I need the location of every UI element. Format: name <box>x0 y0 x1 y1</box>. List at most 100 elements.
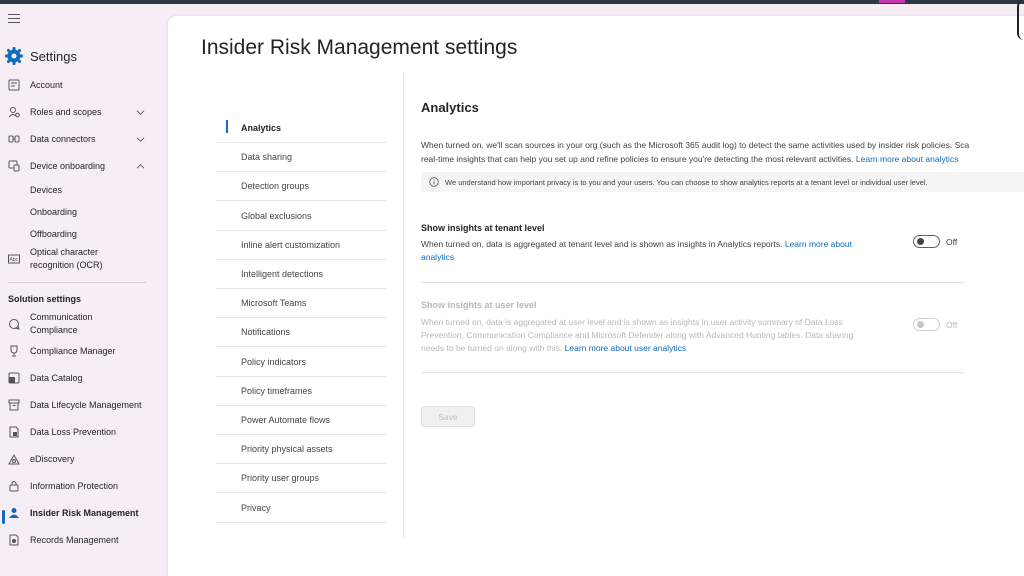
nav-subitem-onboarding[interactable]: Onboarding <box>30 207 77 217</box>
subnav-label: Global exclusions <box>241 210 312 221</box>
nav-label: Data Loss Prevention <box>30 426 117 437</box>
description-line-2-text: real-time insights that can help you set… <box>421 154 854 164</box>
user-insights-title: Show insights at user level <box>421 300 537 310</box>
subnav-item-inline-alert-customization[interactable]: Inline alert customization <box>216 231 387 260</box>
nav-label: Data connectors <box>30 133 96 144</box>
tenant-toggle-label: Off <box>946 237 958 247</box>
nav-item-account[interactable]: Account <box>0 78 168 92</box>
records-icon <box>9 534 19 546</box>
solution-settings-label: Solution settings <box>8 294 81 304</box>
nav-label: Records Management <box>30 534 119 545</box>
subnav-item-microsoft-teams[interactable]: Microsoft Teams <box>216 289 387 319</box>
roles-icon <box>8 107 20 118</box>
page-title: Insider Risk Management settings <box>201 36 518 59</box>
user-desc-line-1: When turned on, data is aggregated at us… <box>421 317 843 327</box>
nav-label-line2: Compliance <box>30 325 78 335</box>
toggle-knob <box>917 321 924 328</box>
tenant-insights-title: Show insights at tenant level <box>421 223 545 233</box>
user-insights-toggle[interactable] <box>913 318 940 331</box>
ocr-icon: Abc <box>8 254 20 264</box>
user-desc-line-2: Prevention, Communication Compliance and… <box>421 330 854 340</box>
chevron-down-icon <box>136 109 145 115</box>
nav-item-records-management[interactable]: Records Management <box>0 533 168 547</box>
hamburger-menu-icon[interactable] <box>8 14 20 24</box>
description-line-1: When turned on, we'll scan sources in yo… <box>421 140 970 150</box>
subnav-label: Priority physical assets <box>241 444 333 455</box>
trophy-icon <box>10 345 18 357</box>
nav-item-communication-compliance[interactable]: Communication Compliance <box>0 311 168 337</box>
archive-icon <box>8 399 20 411</box>
subnav-item-priority-physical-assets[interactable]: Priority physical assets <box>216 435 387 465</box>
nav-label: Data Lifecycle Management <box>30 399 142 410</box>
subnav-item-power-automate-flows[interactable]: Power Automate flows <box>216 406 387 435</box>
divider <box>421 372 964 373</box>
divider <box>421 282 964 283</box>
nav-label: Compliance Manager <box>30 345 116 356</box>
subnav-item-privacy[interactable]: Privacy <box>216 494 387 523</box>
info-text: We understand how important privacy is t… <box>445 177 928 187</box>
nav-label: Account <box>30 79 63 90</box>
tenant-insights-toggle[interactable] <box>913 235 940 248</box>
nav-item-data-loss-prevention[interactable]: Data Loss Prevention <box>0 425 168 439</box>
settings-title: Settings <box>30 48 77 64</box>
subnav-item-notifications[interactable]: Notifications <box>216 318 387 348</box>
ediscovery-icon <box>8 453 20 465</box>
nav-item-information-protection[interactable]: Information Protection <box>0 479 168 493</box>
learn-more-user-analytics-link[interactable]: Learn more about user analytics <box>565 343 686 353</box>
catalog-icon <box>8 372 20 384</box>
subnav-label: Privacy <box>241 502 271 513</box>
window-edge <box>1017 0 1024 40</box>
user-desc-line-3-text: needs to be turned on along with this. <box>421 343 563 353</box>
learn-more-analytics-link[interactable]: Learn more about analytics <box>856 154 959 164</box>
subnav-item-data-sharing[interactable]: Data sharing <box>216 143 387 173</box>
user-toggle-label: Off <box>946 320 958 330</box>
subnav-label: Notifications <box>241 327 291 338</box>
nav-subitem-devices[interactable]: Devices <box>30 185 62 195</box>
subnav-item-analytics[interactable]: Analytics <box>216 114 387 143</box>
learn-more-link[interactable]: Learn more about <box>785 239 852 249</box>
svg-text:Abc: Abc <box>10 257 19 263</box>
subnav-label: Policy timeframes <box>241 385 313 396</box>
user-insights-description: When turned on, data is aggregated at us… <box>421 316 901 355</box>
nav-label: Optical character <box>30 247 99 257</box>
nav-item-ediscovery[interactable]: eDiscovery <box>0 452 168 466</box>
subnav-label: Analytics <box>241 123 282 133</box>
learn-more-link-cont[interactable]: analytics <box>421 252 454 262</box>
privacy-info-bar: We understand how important privacy is t… <box>421 172 1024 192</box>
nav-item-ocr[interactable]: Abc Optical character recognition (OCR) <box>0 246 168 272</box>
nav-label: Device onboarding <box>30 160 106 171</box>
subnav-item-global-exclusions[interactable]: Global exclusions <box>216 202 387 231</box>
nav-label: Communication <box>30 312 93 322</box>
subnav-label: Microsoft Teams <box>241 298 307 309</box>
settings-panel: Insider Risk Management settings Analyti… <box>168 16 1024 576</box>
subnav-label: Policy indicators <box>241 356 307 367</box>
nav-item-roles-and-scopes[interactable]: Roles and scopes <box>0 105 168 119</box>
nav-item-insider-risk-management[interactable]: Insider Risk Management <box>0 506 168 520</box>
nav-subitem-offboarding[interactable]: Offboarding <box>30 229 77 239</box>
nav-item-compliance-manager[interactable]: Compliance Manager <box>0 344 168 358</box>
chevron-down-icon <box>136 136 145 142</box>
left-navigation: Settings Account Roles and scopes Data c… <box>0 4 168 576</box>
chevron-up-icon <box>136 163 145 169</box>
connectors-icon <box>8 135 20 143</box>
lock-document-icon <box>9 426 19 438</box>
subnav-item-detection-groups[interactable]: Detection groups <box>216 172 387 202</box>
person-risk-icon <box>9 508 19 518</box>
nav-label: Information Protection <box>30 480 119 491</box>
subnav-item-priority-user-groups[interactable]: Priority user groups <box>216 464 387 494</box>
subnav-item-intelligent-detections[interactable]: Intelligent detections <box>216 260 387 289</box>
subnav-item-policy-indicators[interactable]: Policy indicators <box>216 348 387 377</box>
nav-item-data-lifecycle-management[interactable]: Data Lifecycle Management <box>0 398 168 412</box>
save-button[interactable]: Save <box>421 406 475 427</box>
tenant-desc-text: When turned on, data is aggregated at te… <box>421 239 783 249</box>
nav-item-data-connectors[interactable]: Data connectors <box>0 132 168 146</box>
gear-icon <box>5 47 23 65</box>
top-bar-accent <box>879 0 905 3</box>
account-icon <box>8 79 20 91</box>
tenant-insights-description: When turned on, data is aggregated at te… <box>421 238 901 264</box>
nav-item-data-catalog[interactable]: Data Catalog <box>0 371 168 385</box>
nav-item-device-onboarding[interactable]: Device onboarding <box>0 159 168 173</box>
info-icon <box>429 177 439 187</box>
subnav-item-policy-timeframes[interactable]: Policy timeframes <box>216 377 387 406</box>
section-heading: Analytics <box>421 100 479 115</box>
